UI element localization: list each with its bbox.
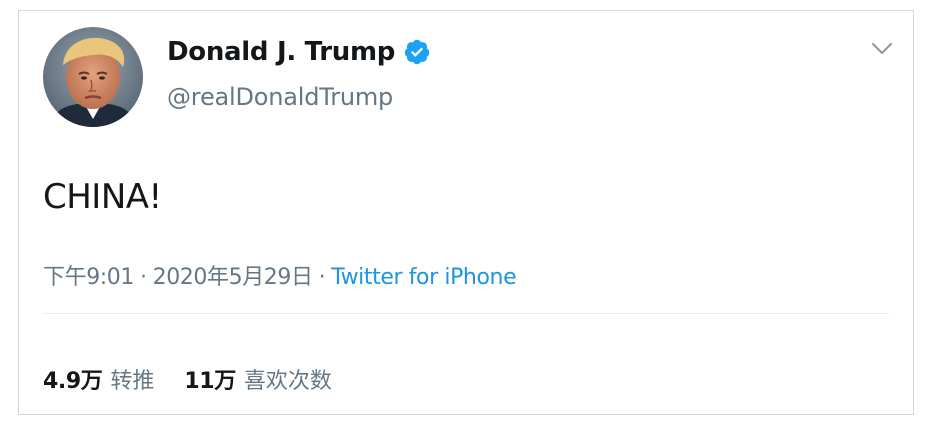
tweet-source-link[interactable]: Twitter for iPhone [331,265,516,290]
tweet-card: Donald J. Trump @realDonaldTrump CHINA! … [18,10,914,415]
likes-label: 喜欢次数 [243,369,332,394]
retweets-stat[interactable]: 4.9万 转推 [43,363,154,395]
avatar[interactable] [43,27,143,127]
verified-badge-icon [403,38,431,66]
retweets-count: 4.9万 [43,369,103,394]
tweet-time[interactable]: 下午9:01 [43,265,134,290]
likes-stat[interactable]: 11万 喜欢次数 [184,363,331,395]
divider [43,313,889,314]
author-handle[interactable]: @realDonaldTrump [167,83,393,111]
author-display-name[interactable]: Donald J. Trump [167,37,395,67]
author-name-row[interactable]: Donald J. Trump [167,37,431,67]
chevron-down-icon[interactable] [871,41,893,55]
tweet-date[interactable]: 2020年5月29日 [153,265,313,290]
meta-separator: · [318,265,326,290]
tweet-text: CHINA! [43,177,162,217]
meta-separator: · [140,265,147,290]
avatar-image [43,27,143,127]
tweet-stats: 4.9万 转推 11万 喜欢次数 [43,363,332,395]
likes-count: 11万 [184,369,236,394]
tweet-meta: 下午9:01 · 2020年5月29日 · Twitter for iPhone [43,259,517,291]
retweets-label: 转推 [110,369,155,394]
